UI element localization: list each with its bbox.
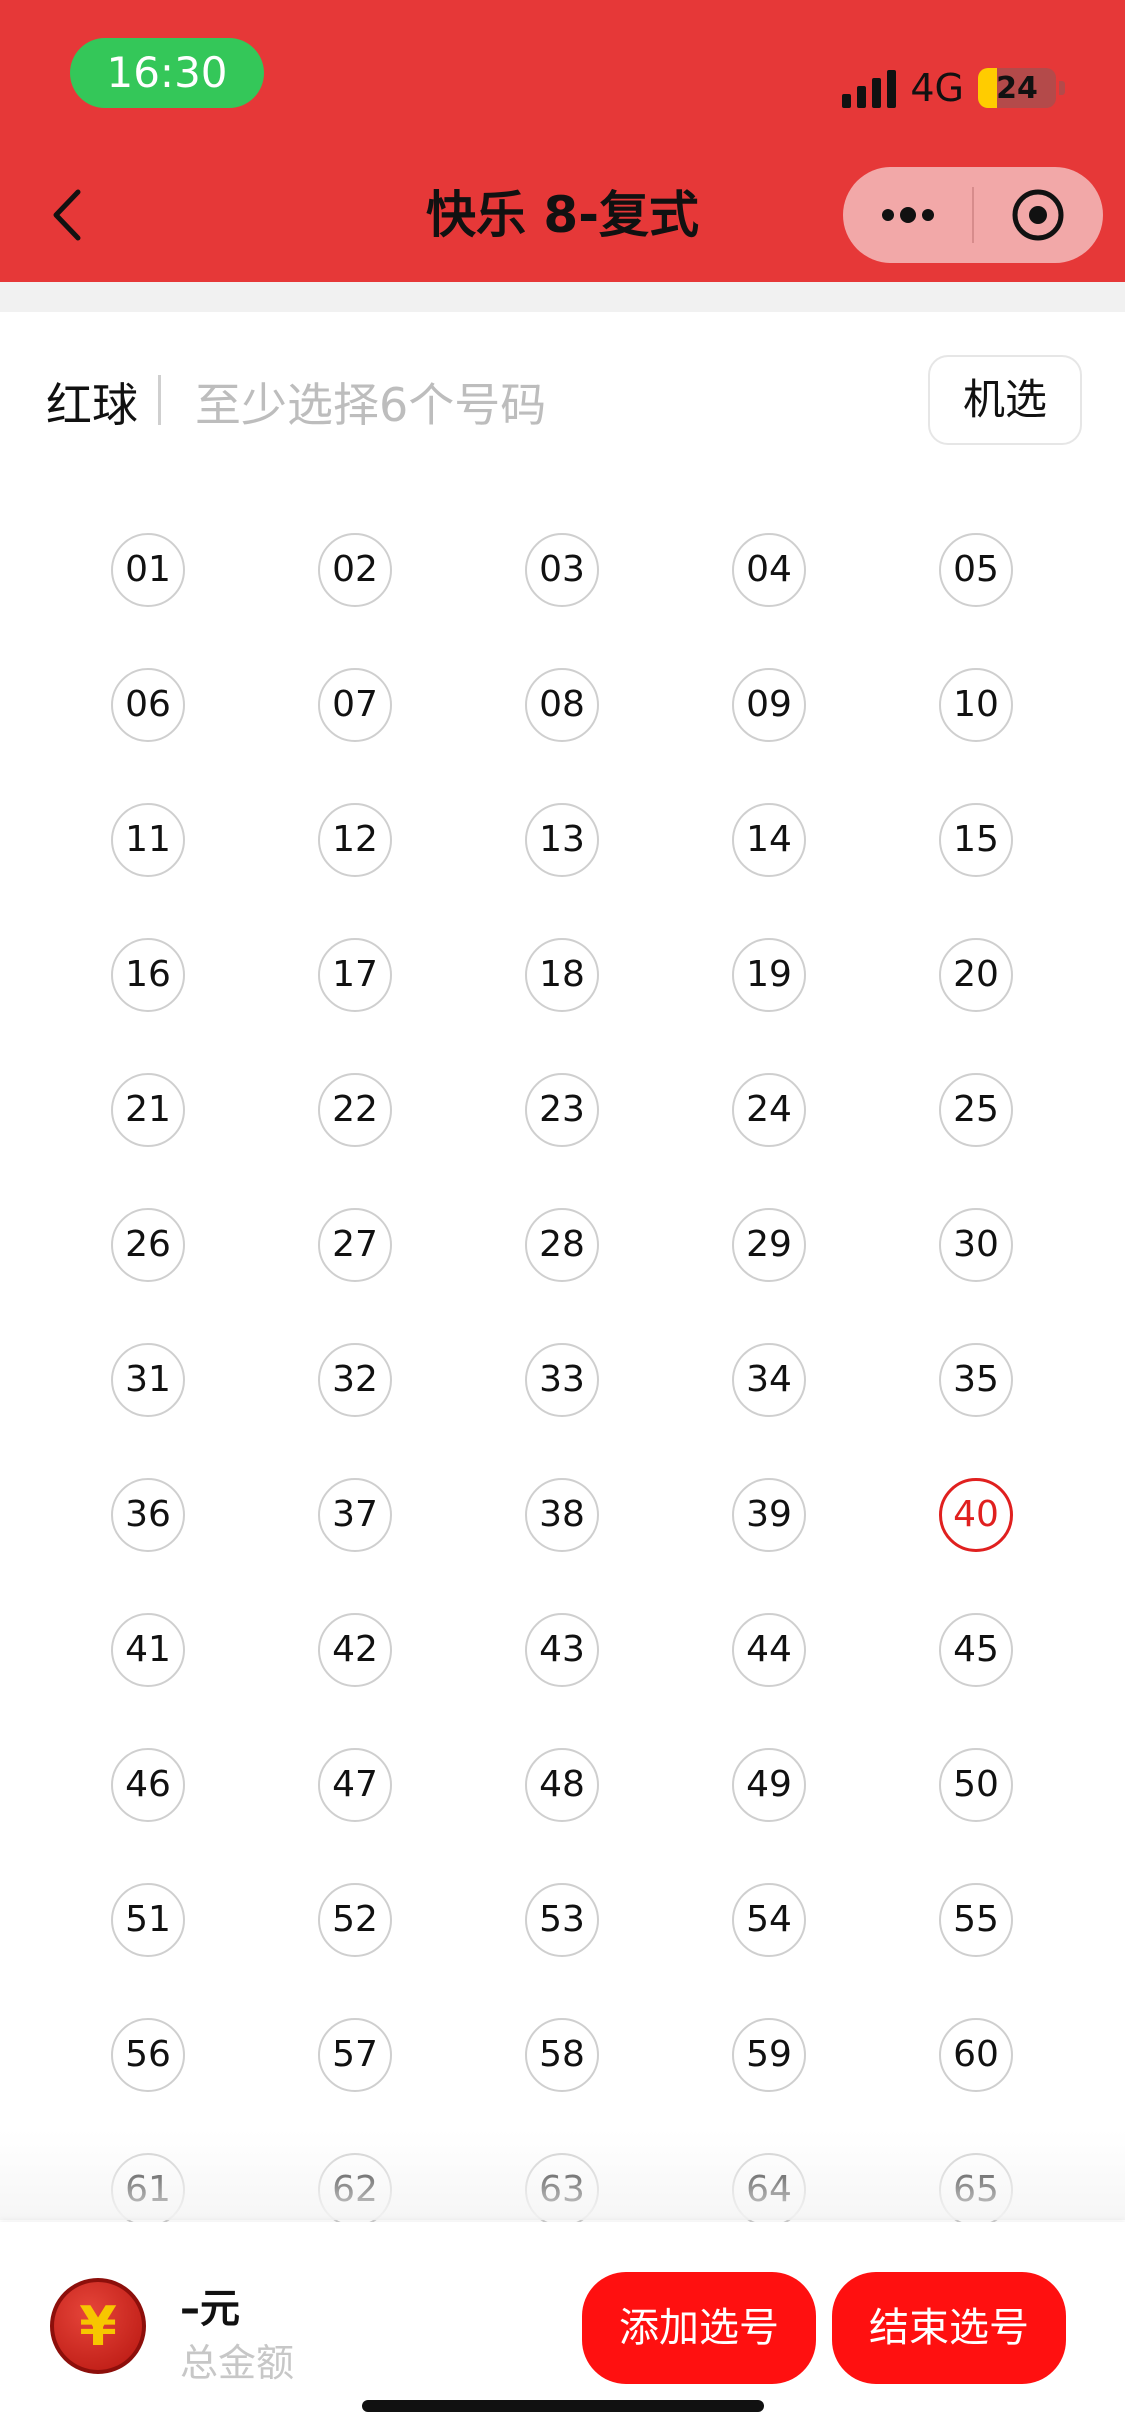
ball-12[interactable]: 12 <box>318 803 392 877</box>
ball-03[interactable]: 03 <box>525 533 599 607</box>
ball-29[interactable]: 29 <box>732 1208 806 1282</box>
ball-16[interactable]: 16 <box>111 938 185 1012</box>
ball-57[interactable]: 57 <box>318 2018 392 2092</box>
ball-21[interactable]: 21 <box>111 1073 185 1147</box>
ball-35[interactable]: 35 <box>939 1343 1013 1417</box>
ball-43[interactable]: 43 <box>525 1613 599 1687</box>
section-gap <box>0 282 1125 312</box>
ball-22[interactable]: 22 <box>318 1073 392 1147</box>
ball-19[interactable]: 19 <box>732 938 806 1012</box>
ball-20[interactable]: 20 <box>939 938 1013 1012</box>
more-button[interactable] <box>843 167 972 263</box>
ball-17[interactable]: 17 <box>318 938 392 1012</box>
ball-37[interactable]: 37 <box>318 1478 392 1552</box>
ball-26[interactable]: 26 <box>111 1208 185 1282</box>
ball-55[interactable]: 55 <box>939 1883 1013 1957</box>
signal-icon <box>842 68 897 108</box>
ball-52[interactable]: 52 <box>318 1883 392 1957</box>
section-header: 红球 至少选择6个号码 机选 <box>0 355 1125 445</box>
ball-08[interactable]: 08 <box>525 668 599 742</box>
yuan-symbol: ¥ <box>79 2294 117 2358</box>
ball-58[interactable]: 58 <box>525 2018 599 2092</box>
random-pick-button[interactable]: 机选 <box>928 355 1082 445</box>
status-time: 16:30 <box>70 38 264 108</box>
network-type: 4G <box>910 66 964 110</box>
ball-41[interactable]: 41 <box>111 1613 185 1687</box>
divider <box>158 375 161 425</box>
ball-31[interactable]: 31 <box>111 1343 185 1417</box>
ball-60[interactable]: 60 <box>939 2018 1013 2092</box>
close-button[interactable] <box>974 167 1103 263</box>
add-selection-button[interactable]: 添加选号 <box>582 2272 816 2384</box>
home-indicator <box>362 2400 764 2412</box>
ball-39[interactable]: 39 <box>732 1478 806 1552</box>
section-hint: 至少选择6个号码 <box>195 378 547 432</box>
ball-27[interactable]: 27 <box>318 1208 392 1282</box>
ball-50[interactable]: 50 <box>939 1748 1013 1822</box>
ball-36[interactable]: 36 <box>111 1478 185 1552</box>
ball-54[interactable]: 54 <box>732 1883 806 1957</box>
scroll-fade <box>0 2130 1125 2220</box>
ball-49[interactable]: 49 <box>732 1748 806 1822</box>
ball-06[interactable]: 06 <box>111 668 185 742</box>
battery-icon: 24 <box>978 68 1056 108</box>
ball-59[interactable]: 59 <box>732 2018 806 2092</box>
ball-05[interactable]: 05 <box>939 533 1013 607</box>
ball-25[interactable]: 25 <box>939 1073 1013 1147</box>
ball-07[interactable]: 07 <box>318 668 392 742</box>
ball-40[interactable]: 40 <box>939 1478 1013 1552</box>
ball-51[interactable]: 51 <box>111 1883 185 1957</box>
battery-percent: 24 <box>996 70 1038 106</box>
ball-44[interactable]: 44 <box>732 1613 806 1687</box>
coin-icon: ¥ <box>50 2278 146 2374</box>
ball-56[interactable]: 56 <box>111 2018 185 2092</box>
ball-10[interactable]: 10 <box>939 668 1013 742</box>
ball-24[interactable]: 24 <box>732 1073 806 1147</box>
section-title: 红球 <box>46 378 138 432</box>
status-icons: 4G 24 <box>842 58 1065 118</box>
ball-01[interactable]: 01 <box>111 533 185 607</box>
ball-04[interactable]: 04 <box>732 533 806 607</box>
ball-47[interactable]: 47 <box>318 1748 392 1822</box>
total-amount-label: 总金额 <box>180 2341 295 2385</box>
ball-02[interactable]: 02 <box>318 533 392 607</box>
ball-30[interactable]: 30 <box>939 1208 1013 1282</box>
header-bar: 16:30 4G 24 快乐 8-复式 <box>0 0 1125 282</box>
ball-32[interactable]: 32 <box>318 1343 392 1417</box>
ball-33[interactable]: 33 <box>525 1343 599 1417</box>
ball-34[interactable]: 34 <box>732 1343 806 1417</box>
ball-13[interactable]: 13 <box>525 803 599 877</box>
ball-09[interactable]: 09 <box>732 668 806 742</box>
miniprogram-capsule <box>843 167 1103 263</box>
ball-18[interactable]: 18 <box>525 938 599 1012</box>
ball-42[interactable]: 42 <box>318 1613 392 1687</box>
total-amount: –元 <box>180 2286 240 2332</box>
target-close-icon <box>1012 189 1064 241</box>
ball-53[interactable]: 53 <box>525 1883 599 1957</box>
ball-11[interactable]: 11 <box>111 803 185 877</box>
more-dots-icon <box>881 207 934 223</box>
ball-46[interactable]: 46 <box>111 1748 185 1822</box>
ball-14[interactable]: 14 <box>732 803 806 877</box>
ball-38[interactable]: 38 <box>525 1478 599 1552</box>
ball-45[interactable]: 45 <box>939 1613 1013 1687</box>
ball-23[interactable]: 23 <box>525 1073 599 1147</box>
ball-48[interactable]: 48 <box>525 1748 599 1822</box>
ball-15[interactable]: 15 <box>939 803 1013 877</box>
ball-28[interactable]: 28 <box>525 1208 599 1282</box>
finish-selection-button[interactable]: 结束选号 <box>832 2272 1066 2384</box>
